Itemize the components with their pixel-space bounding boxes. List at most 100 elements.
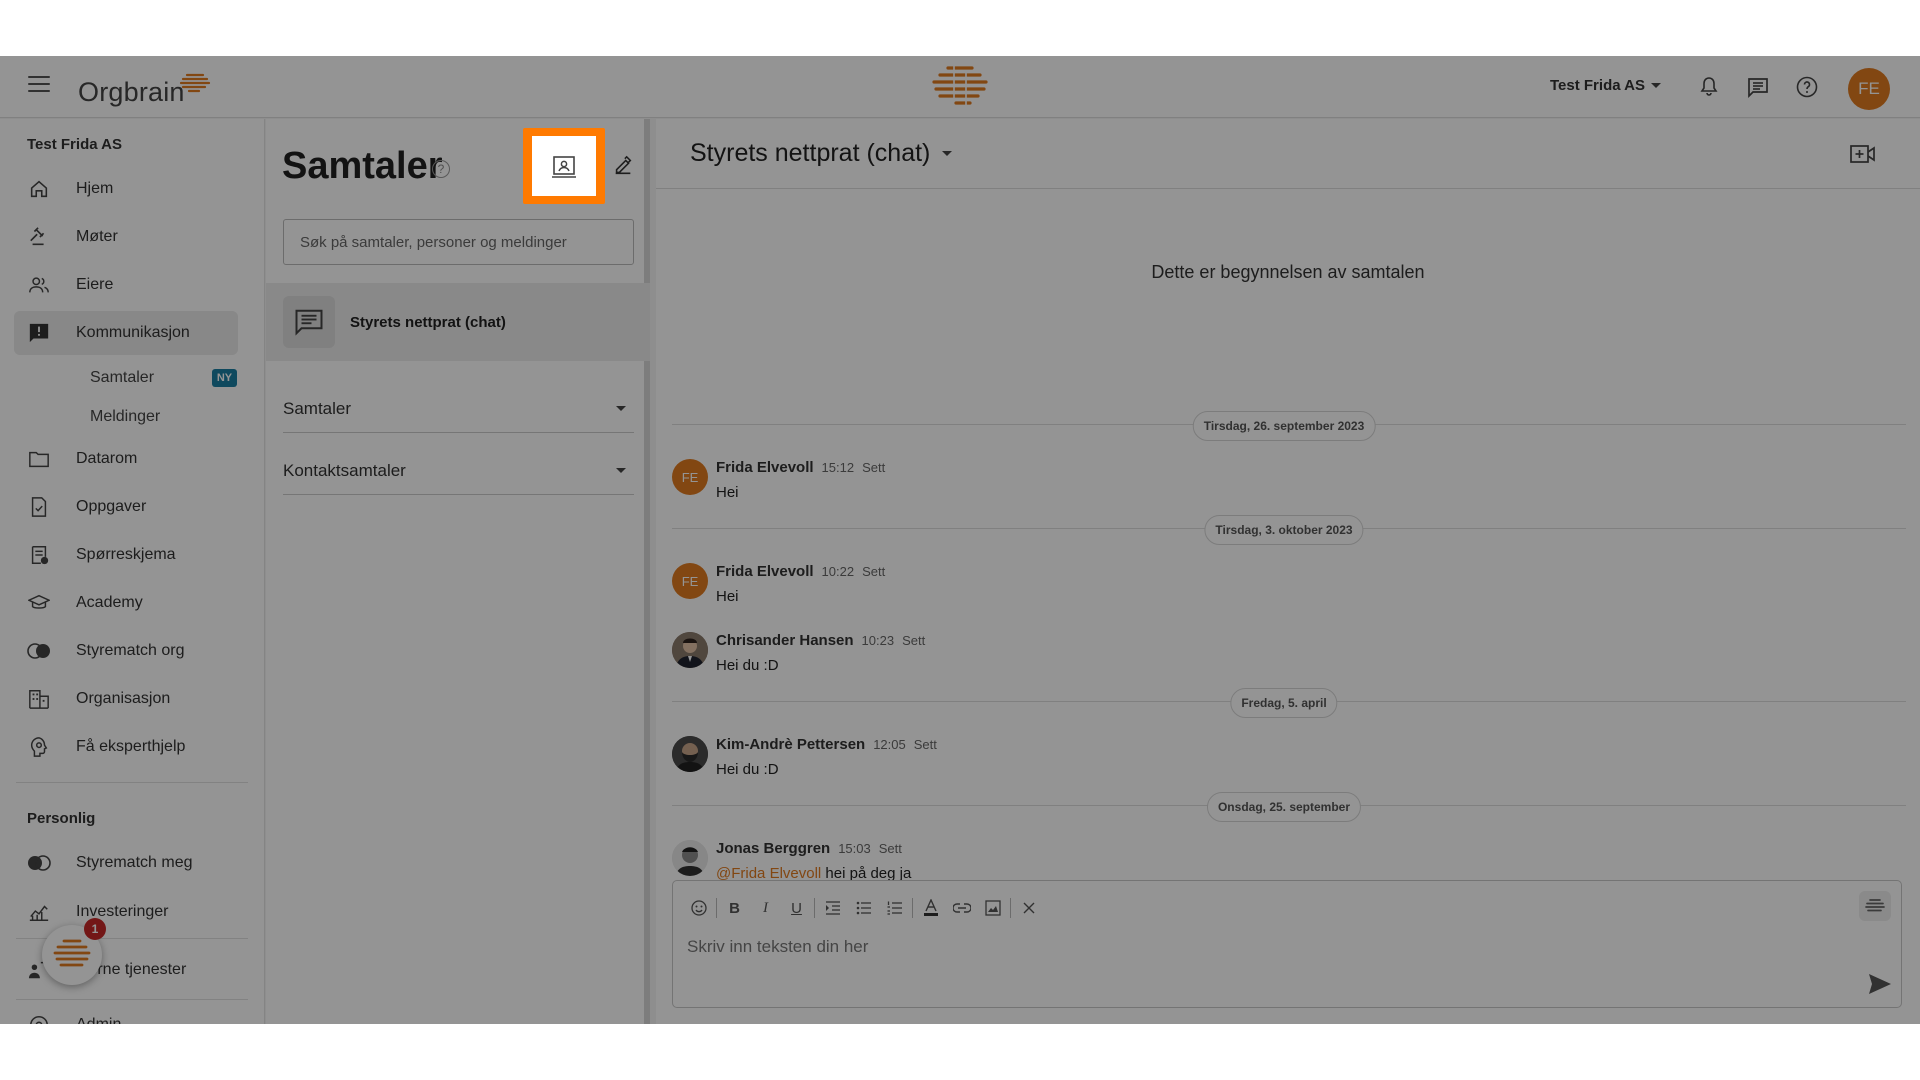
highlighted-contacts-button[interactable] [523, 128, 605, 204]
menu-icon[interactable] [28, 76, 50, 94]
contact-card-icon[interactable] [532, 136, 596, 196]
sender-name[interactable]: Frida Elvevoll [716, 459, 814, 476]
help-icon[interactable]: ? [432, 160, 450, 178]
send-icon[interactable] [1867, 973, 1893, 995]
sidebar-item-label: Styrematch meg [76, 854, 193, 871]
image-icon[interactable] [977, 895, 1008, 921]
bold-icon[interactable]: B [719, 895, 750, 921]
sidebar-item-moter[interactable]: Møter [14, 215, 238, 259]
new-badge: NY [212, 369, 237, 387]
avatar[interactable]: FE [672, 459, 708, 495]
emoji-icon[interactable] [683, 895, 714, 921]
compose-icon[interactable] [612, 155, 634, 177]
sidebar-divider [16, 782, 248, 783]
avatar[interactable] [672, 736, 708, 772]
org-switcher-label: Test Frida AS [1550, 77, 1646, 94]
underline-icon[interactable]: U [781, 895, 812, 921]
chat-start-text: Dette er begynnelsen av samtalen [1151, 262, 1425, 282]
center-brain-logo-icon [930, 64, 990, 115]
message-text: Hei [716, 588, 739, 605]
graduation-cap-icon [26, 590, 52, 616]
message-text: Hei [716, 484, 739, 501]
sender-name[interactable]: Jonas Berggren [716, 840, 830, 857]
indent-icon[interactable] [817, 895, 848, 921]
message-time: 10:23 [861, 633, 895, 648]
help-icon[interactable] [1795, 75, 1819, 99]
top-bar: Orgbrain Test Frida AS FE [0, 56, 1920, 118]
chat-panel: Styrets nettprat (chat) Dette er begynne… [656, 119, 1920, 1024]
ai-assistant-icon[interactable] [1859, 891, 1891, 921]
bell-icon[interactable] [1697, 75, 1721, 99]
sidebar: Test Frida AS Hjem Møter Eiere Kommunika… [0, 119, 265, 1024]
video-call-icon[interactable] [1850, 143, 1876, 165]
brain-logo-icon [179, 73, 210, 93]
sender-name[interactable]: Kim-Andrè Pettersen [716, 736, 865, 753]
sidebar-item-organisasjon[interactable]: Organisasjon [14, 677, 238, 721]
group-label: Samtaler [283, 398, 352, 418]
seen-status: Sett [913, 737, 937, 752]
sidebar-subitem-meldinger[interactable]: Meldinger [90, 405, 160, 429]
sidebar-item-eksperthjelp[interactable]: Få eksperthjelp [14, 725, 238, 769]
sidebar-item-oppgaver[interactable]: Oppgaver [14, 485, 238, 529]
toolbar-divider [814, 898, 815, 918]
admin-icon [26, 1012, 52, 1024]
org-switcher[interactable]: Test Frida AS [1550, 77, 1662, 94]
message-time: 15:03 [838, 841, 871, 856]
italic-icon[interactable]: I [750, 895, 781, 921]
message-input[interactable] [687, 933, 1837, 961]
sidebar-item-label: Organisasjon [76, 690, 171, 707]
chat-title-dropdown[interactable]: Styrets nettprat (chat) [690, 139, 953, 168]
orgbrain-logo[interactable]: Orgbrain [78, 64, 211, 110]
sender-name[interactable]: Frida Elvevoll [716, 563, 814, 580]
sidebar-item-label: Kommunikasjon [76, 324, 190, 341]
bullet-list-icon[interactable] [848, 895, 879, 921]
group-kontaktsamtaler[interactable]: Kontaktsamtaler [283, 447, 634, 495]
group-samtaler[interactable]: Samtaler [283, 385, 634, 433]
sidebar-item-styrematch-org[interactable]: Styrematch org [14, 629, 238, 673]
building-icon [26, 686, 52, 712]
chat-header: Styrets nettprat (chat) [656, 119, 1920, 189]
sidebar-item-eiere[interactable]: Eiere [14, 263, 238, 307]
highlight-frame [523, 128, 605, 204]
sidebar-item-kommunikasjon[interactable]: Kommunikasjon [14, 311, 238, 355]
avatar[interactable] [672, 632, 708, 668]
app-window: Orgbrain Test Frida AS FE Test Frida AS … [0, 56, 1920, 1024]
page-title: Samtaler [282, 145, 443, 187]
sender-name[interactable]: Chrisander Hansen [716, 632, 854, 649]
message-text: Hei du :D [716, 657, 779, 674]
chart-icon [26, 899, 52, 925]
sidebar-item-sporreskjema[interactable]: Spørreskjema [14, 533, 238, 577]
sidebar-org-heading: Test Frida AS [27, 136, 123, 153]
sidebar-item-datarom[interactable]: Datarom [14, 437, 238, 481]
chat-icon[interactable] [1746, 75, 1770, 99]
clear-format-icon[interactable] [1013, 895, 1044, 921]
sidebar-item-admin[interactable]: Admin [14, 1003, 238, 1024]
task-icon [26, 494, 52, 520]
sidebar-item-hjem[interactable]: Hjem [14, 167, 238, 211]
date-label: Fredag, 5. april [1230, 688, 1338, 718]
avatar[interactable]: FE [672, 563, 708, 599]
sidebar-subitem-samtaler[interactable]: Samtaler [90, 366, 154, 390]
link-icon[interactable] [946, 895, 977, 921]
sidebar-subitem-label: Meldinger [90, 408, 161, 425]
conversation-item-active[interactable]: Styrets nettprat (chat) [266, 283, 650, 361]
message-time: 10:22 [821, 564, 855, 579]
sidebar-item-academy[interactable]: Academy [14, 581, 238, 625]
sidebar-item-styrematch-meg[interactable]: Styrematch meg [14, 841, 238, 885]
home-icon [26, 176, 52, 202]
chevron-down-icon [616, 468, 626, 473]
chat-icon [283, 296, 335, 348]
toggle-icon [26, 638, 52, 664]
editor-toolbar: B I U [683, 895, 1044, 921]
user-avatar[interactable]: FE [1848, 68, 1890, 110]
search-input[interactable] [283, 219, 634, 265]
sidebar-item-label: Hjem [76, 180, 114, 197]
text-color-icon[interactable] [915, 895, 946, 921]
message: FE Frida Elvevoll 10:22 Sett Hei [672, 563, 1572, 615]
numbered-list-icon[interactable] [879, 895, 910, 921]
avatar[interactable] [672, 840, 708, 876]
sidebar-item-investeringer[interactable]: Investeringer [14, 890, 238, 934]
sidebar-item-label: Styrematch org [76, 642, 185, 659]
toggle-icon [26, 850, 52, 876]
sidebar-personal-heading: Personlig [27, 810, 96, 827]
